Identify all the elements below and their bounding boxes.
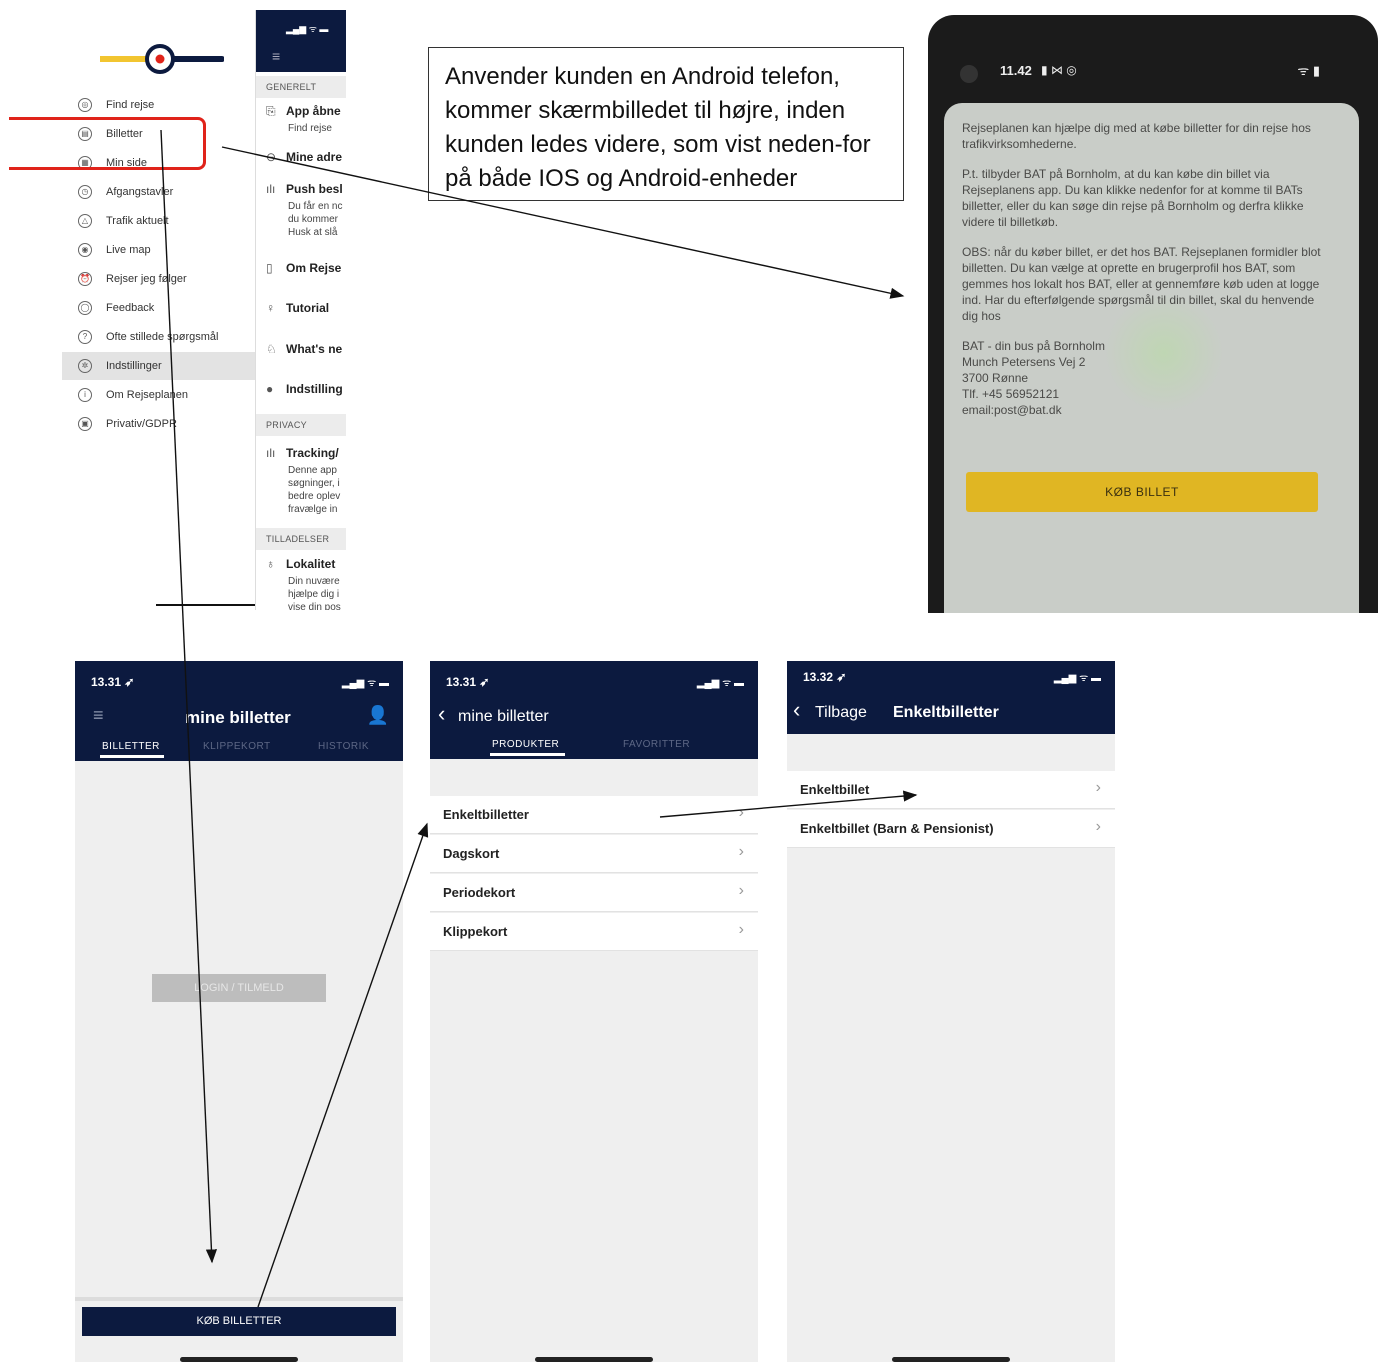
arrow-to-buy-button	[160, 129, 218, 1264]
annotation-arrows	[160, 129, 918, 1308]
arrow-to-produkter	[257, 822, 429, 1308]
arrow-to-android	[221, 146, 905, 299]
arrow-to-enkeltbillet	[659, 790, 918, 818]
